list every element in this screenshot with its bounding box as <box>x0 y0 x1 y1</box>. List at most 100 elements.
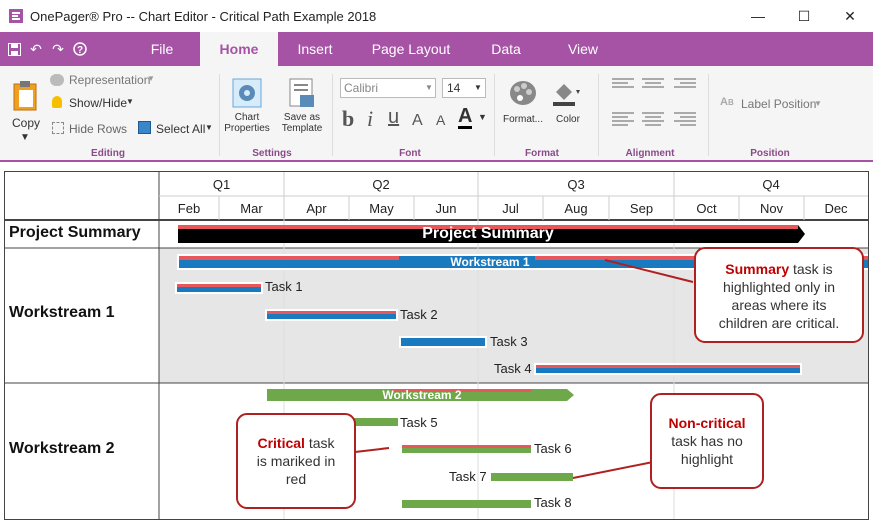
callout-line: areas where its <box>731 297 827 313</box>
tab-page-layout[interactable]: Page Layout <box>360 32 462 66</box>
ribbon-tab-bar: ↶ ↷ ? File Home Insert Page Layout Data … <box>0 32 873 66</box>
palette-icon <box>510 81 536 105</box>
callout-line: task has no <box>671 433 743 449</box>
position-group-label: Position <box>750 148 790 159</box>
callout-line: is mariked in <box>256 453 336 469</box>
maximize-button[interactable]: ☐ <box>781 0 827 32</box>
task-label: Task 3 <box>490 334 528 349</box>
save-template-label-1: Save as <box>283 112 321 123</box>
ribbon-separator <box>494 74 495 156</box>
copy-button[interactable]: Copy ▼ <box>8 74 44 148</box>
clipboard-icon <box>13 81 37 111</box>
workstream-2-bar-label: Workstream 2 <box>382 388 462 402</box>
minimize-button[interactable]: — <box>735 0 781 32</box>
label-position-button[interactable]: Label Position <box>741 97 816 111</box>
tab-insert[interactable]: Insert <box>282 32 348 66</box>
color-label: Color <box>556 114 580 125</box>
task-4-bar <box>534 363 802 375</box>
representation-icon <box>50 74 64 86</box>
callout-bold: Non-critical <box>668 415 746 431</box>
hide-rows-icon <box>52 122 64 134</box>
font-color-chevron-icon: ▼ <box>478 112 487 122</box>
format-group-label: Format <box>525 148 559 159</box>
font-color-button[interactable]: A <box>458 106 473 129</box>
bold-button[interactable]: b <box>342 106 354 132</box>
task-1-bar <box>175 282 263 294</box>
select-all-button[interactable]: Select All <box>156 122 205 136</box>
callout-bold: Critical <box>257 435 305 451</box>
color-button[interactable]: Color <box>548 74 588 144</box>
task-label: Task 4 <box>494 361 532 376</box>
noncritical-callout-pointer <box>572 461 654 479</box>
save-icon[interactable] <box>6 41 22 57</box>
close-button[interactable]: ✕ <box>827 0 873 32</box>
callout-line: children are critical. <box>718 315 840 331</box>
task-label: Task 1 <box>265 279 303 294</box>
task-label: Task 8 <box>534 495 572 510</box>
chart-properties-icon <box>232 78 262 108</box>
ribbon: Copy ▼ Representation ▼ Show/Hide ▼ Hide… <box>0 66 873 162</box>
callout-line: task is <box>789 261 833 277</box>
onepager-app-icon <box>9 9 23 23</box>
save-template-icon <box>289 78 314 107</box>
task-3-bar <box>399 336 487 348</box>
callout-line: task <box>304 435 335 451</box>
ribbon-separator <box>332 74 333 156</box>
representation-chevron-icon: ▼ <box>147 74 155 83</box>
save-as-template-button[interactable]: Save as Template <box>278 74 326 144</box>
project-summary-bar-label: Project Summary <box>422 225 554 242</box>
underline-button[interactable]: u <box>388 106 399 129</box>
task-label: Task 6 <box>534 441 572 456</box>
alignment-icons[interactable] <box>610 76 700 136</box>
noncritical-callout-text: Non-critical task has no highlight <box>653 414 761 468</box>
task-8-bar <box>402 500 531 508</box>
show-hide-button[interactable]: Show/Hide <box>69 96 127 110</box>
tab-home[interactable]: Home <box>200 32 278 66</box>
hide-rows-button[interactable]: Hide Rows <box>69 122 127 136</box>
title-bar: OnePager® Pro -- Chart Editor - Critical… <box>0 0 873 32</box>
ribbon-separator <box>219 74 220 156</box>
show-hide-chevron-icon: ▼ <box>126 97 134 106</box>
ribbon-separator <box>708 74 709 156</box>
task-7-bar <box>491 473 573 481</box>
grow-font-button[interactable]: A <box>412 112 423 130</box>
task-label: Task 5 <box>400 415 438 430</box>
representation-button[interactable]: Representation <box>69 73 150 87</box>
editing-group-label: Editing <box>91 148 125 159</box>
chart-properties-label-1: Chart <box>234 112 260 123</box>
callout-line: highlight <box>680 451 734 467</box>
tab-view[interactable]: View <box>552 32 614 66</box>
alignment-group-label: Alignment <box>625 148 675 159</box>
callout-line: red <box>285 471 307 487</box>
font-size-select[interactable]: 14 ▼ <box>442 78 486 98</box>
font-family-select[interactable]: Calibri ▼ <box>340 78 436 98</box>
copy-dropdown-arrow[interactable]: ▼ <box>20 132 30 143</box>
task-6-bar <box>402 445 531 453</box>
callout-line: highlighted only in <box>722 279 836 295</box>
copy-label: Copy <box>12 116 41 130</box>
critical-callout-text: Critical task is mariked in red <box>239 434 353 488</box>
select-all-icon <box>138 121 151 134</box>
label-position-icon: AB <box>720 96 734 108</box>
shrink-font-button[interactable]: A <box>436 112 445 128</box>
chart-properties-button[interactable]: Chart Properties <box>224 74 270 144</box>
font-group-label: Font <box>399 148 421 159</box>
help-icon[interactable]: ? <box>72 41 88 57</box>
tab-data[interactable]: Data <box>476 32 536 66</box>
summary-callout-text: Summary task is highlighted only in area… <box>697 260 861 332</box>
italic-button[interactable]: i <box>367 106 373 132</box>
paint-bucket-icon <box>553 84 580 106</box>
format-button[interactable]: Format... <box>500 74 546 144</box>
critical-callout-pointer <box>354 447 390 453</box>
redo-icon[interactable]: ↷ <box>50 41 66 57</box>
chart-properties-label-2: Properties <box>224 123 270 134</box>
gantt-chart[interactable]: Q1 Q2 Q3 Q4 Feb Mar Apr May Jun Jul Aug … <box>4 171 869 520</box>
workstream-1-bar-label: Workstream 1 <box>450 255 530 269</box>
format-label: Format... <box>502 114 543 125</box>
window-title: OnePager® Pro -- Chart Editor - Critical… <box>30 8 377 24</box>
undo-icon[interactable]: ↶ <box>28 41 44 57</box>
settings-group-label: Settings <box>252 148 292 159</box>
task-label: Task 2 <box>400 307 438 322</box>
font-family-chevron-icon: ▼ <box>425 83 433 92</box>
tab-file[interactable]: File <box>128 32 196 66</box>
